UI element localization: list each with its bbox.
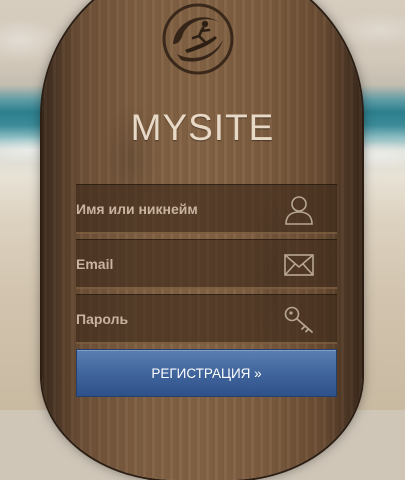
username-field[interactable]: Имя или никнейм	[76, 184, 337, 234]
register-button[interactable]: РЕГИСТРАЦИЯ »	[76, 349, 337, 397]
user-icon	[285, 196, 313, 225]
username-label: Имя или никнейм	[76, 200, 198, 217]
key-icon	[284, 306, 313, 333]
surfer-logo-icon	[162, 3, 234, 75]
password-label: Пароль	[76, 310, 129, 327]
envelope-icon	[284, 254, 314, 276]
password-field[interactable]: Пароль	[76, 294, 337, 344]
email-field[interactable]: Email	[76, 239, 337, 289]
site-title: MYSITE	[130, 107, 275, 148]
email-label: Email	[76, 255, 114, 272]
